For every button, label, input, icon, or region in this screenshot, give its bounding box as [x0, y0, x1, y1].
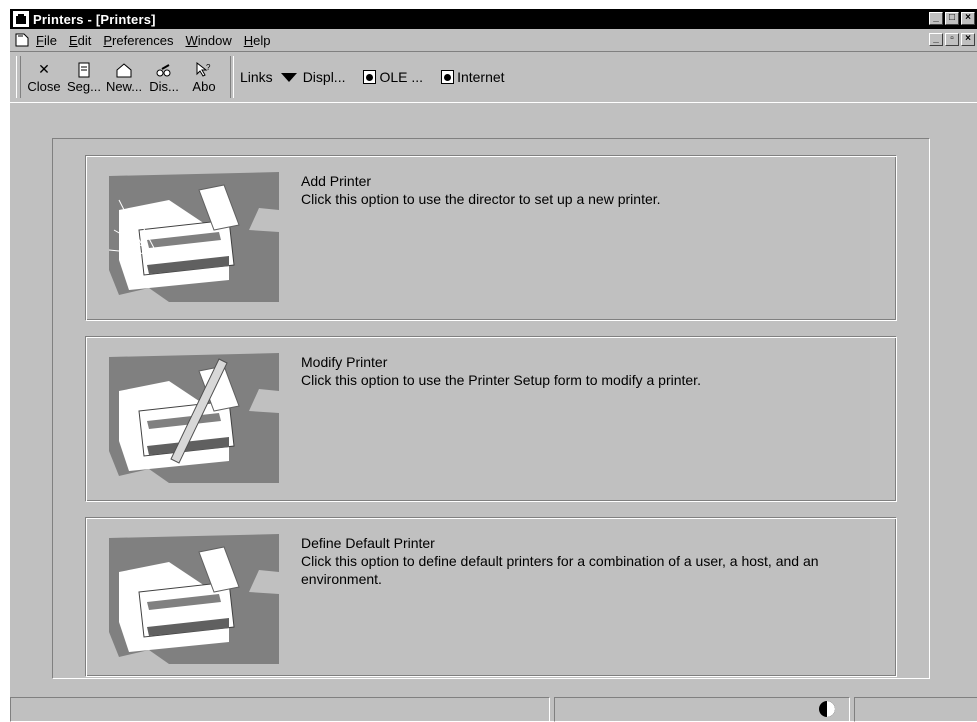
- status-bar: [10, 693, 977, 722]
- option-description: Click this option to use the Printer Set…: [301, 372, 701, 388]
- minimize-button[interactable]: _: [929, 12, 943, 25]
- toolbar-separator: [230, 56, 234, 98]
- new-icon: [115, 61, 133, 79]
- dropdown-arrow-icon: [280, 72, 297, 82]
- menu-help[interactable]: Help: [244, 33, 271, 48]
- option-description: Click this option to define default prin…: [301, 553, 819, 587]
- menu-preferences[interactable]: Preferences: [103, 33, 173, 48]
- globe-icon: [819, 701, 835, 717]
- window-title: Printers - [Printers]: [33, 11, 156, 27]
- links-button[interactable]: Links Displ...: [240, 69, 345, 85]
- status-pane-main: [10, 697, 550, 722]
- new-button[interactable]: New...: [104, 55, 144, 99]
- display-link-label: Displ...: [302, 69, 346, 85]
- menu-bar: File Edit Preferences Window Help _ ▫ ×: [10, 30, 977, 50]
- status-pane-right: [854, 697, 977, 722]
- toolbar: ✕ Close Seg... New... Dis... ? Abo Links…: [10, 51, 977, 103]
- add-printer-option[interactable]: Add Printer Click this option to use the…: [85, 155, 897, 321]
- app-icon: [13, 11, 29, 27]
- close-window-button[interactable]: ×: [961, 12, 975, 25]
- document-menu-icon[interactable]: [14, 32, 30, 48]
- toolbar-grip[interactable]: [16, 56, 21, 98]
- close-button[interactable]: ✕ Close: [24, 55, 64, 99]
- about-button[interactable]: ? Abo: [184, 55, 224, 99]
- printers-window: Printers - [Printers] _ □ × File Edit Pr…: [9, 8, 977, 722]
- mdi-restore-button[interactable]: ▫: [945, 33, 959, 46]
- menu-window[interactable]: Window: [185, 33, 231, 48]
- display-button[interactable]: Dis...: [144, 55, 184, 99]
- option-title: Add Printer: [301, 173, 372, 189]
- status-pane-secondary: [554, 697, 850, 722]
- title-bar[interactable]: Printers - [Printers] _ □ ×: [10, 9, 977, 29]
- option-title: Modify Printer: [301, 354, 388, 370]
- menu-file[interactable]: File: [36, 33, 57, 48]
- segment-icon: [77, 61, 91, 79]
- option-description: Click this option to use the director to…: [301, 191, 661, 207]
- modify-printer-option[interactable]: Modify Printer Click this option to use …: [85, 336, 897, 502]
- option-title: Define Default Printer: [301, 535, 435, 551]
- ole-icon: [363, 70, 377, 84]
- ole-button[interactable]: OLE ...: [363, 69, 423, 85]
- menu-edit[interactable]: Edit: [69, 33, 91, 48]
- segment-button[interactable]: Seg...: [64, 55, 104, 99]
- close-icon: ✕: [38, 61, 50, 77]
- about-icon: ?: [195, 61, 213, 79]
- svg-text:?: ?: [206, 63, 211, 72]
- default-printer-icon: [109, 532, 279, 664]
- define-default-printer-option[interactable]: Define Default Printer Click this option…: [85, 517, 897, 677]
- modify-printer-icon: [109, 351, 279, 483]
- internet-button[interactable]: Internet: [441, 69, 505, 85]
- mdi-close-button[interactable]: ×: [961, 33, 975, 46]
- maximize-button[interactable]: □: [945, 12, 959, 25]
- internet-icon: [441, 70, 455, 84]
- options-panel: Add Printer Click this option to use the…: [52, 138, 930, 679]
- add-printer-icon: [109, 170, 279, 302]
- mdi-minimize-button[interactable]: _: [929, 33, 943, 46]
- display-icon: [155, 61, 173, 79]
